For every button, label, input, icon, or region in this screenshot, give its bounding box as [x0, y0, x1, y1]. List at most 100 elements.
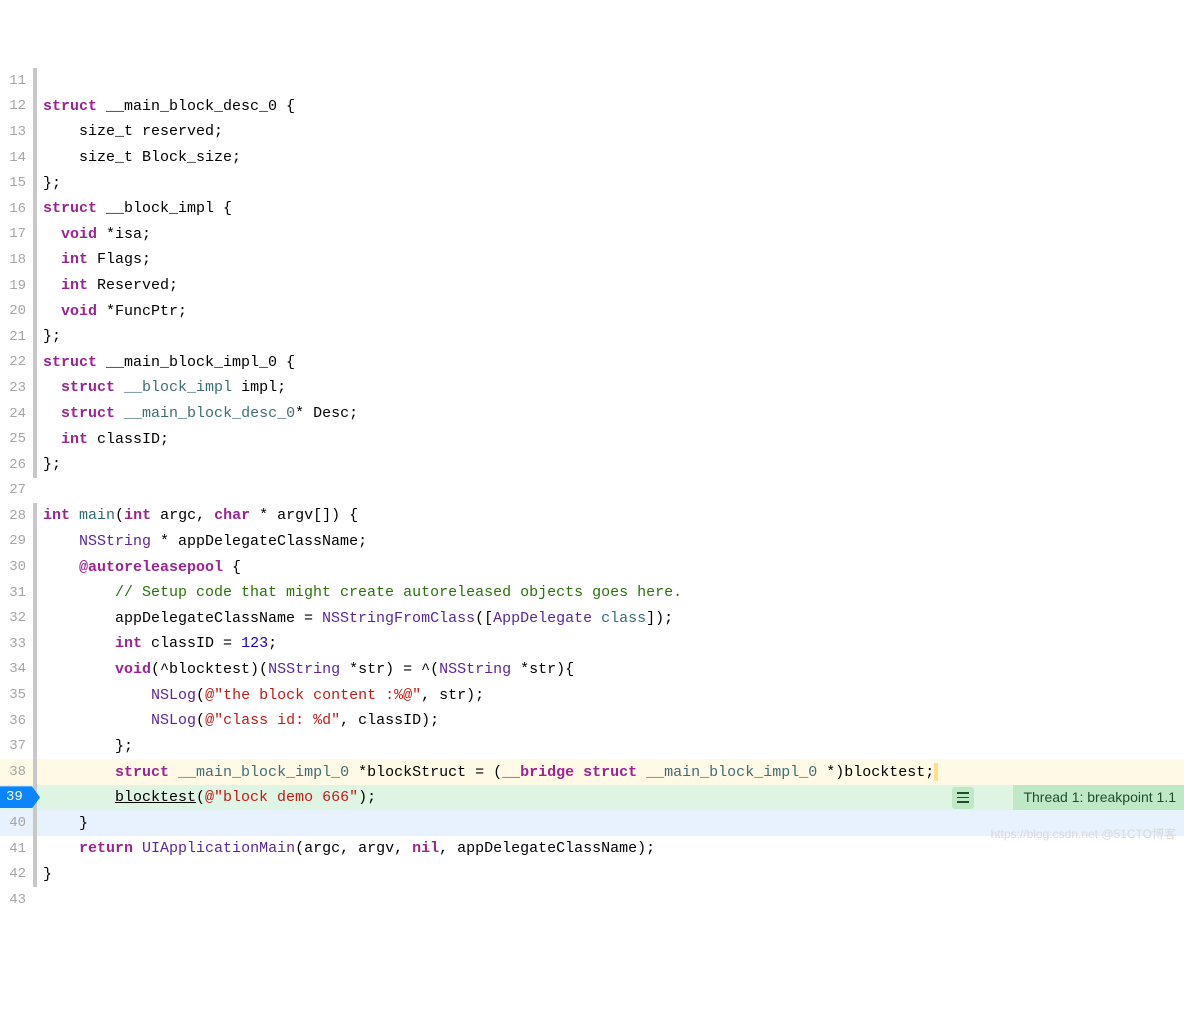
line-number[interactable]: 36 [0, 713, 30, 729]
change-bar [33, 605, 37, 631]
code-editor[interactable]: 11 12 struct __main_block_desc_0 { 13 size_… [0, 68, 1184, 913]
code-content[interactable]: int classID; [43, 431, 1184, 448]
line-number[interactable]: 26 [0, 457, 30, 473]
line-number[interactable]: 35 [0, 687, 30, 703]
code-line[interactable]: 31 // Setup code that might create autor… [0, 580, 1184, 606]
code-line[interactable]: 19 int Reserved; [0, 273, 1184, 299]
line-number[interactable]: 40 [0, 815, 30, 831]
line-number[interactable]: 28 [0, 508, 30, 524]
code-content[interactable]: size_t Block_size; [43, 149, 1184, 166]
code-content[interactable]: size_t reserved; [43, 123, 1184, 140]
thread-breakpoint-badge[interactable]: Thread 1: breakpoint 1.1 [1013, 785, 1184, 811]
code-line[interactable]: 22 struct __main_block_impl_0 { [0, 350, 1184, 376]
code-line[interactable]: 33 int classID = 123; [0, 631, 1184, 657]
code-content[interactable]: struct __block_impl impl; [43, 379, 1184, 396]
code-line[interactable]: 30 @autoreleasepool { [0, 554, 1184, 580]
line-number[interactable]: 42 [0, 866, 30, 882]
code-content[interactable]: // Setup code that might create autorele… [43, 584, 1184, 601]
code-content[interactable]: struct __main_block_impl_0 { [43, 354, 1184, 371]
code-content[interactable]: NSString * appDelegateClassName; [43, 533, 1184, 550]
line-number[interactable]: 32 [0, 610, 30, 626]
line-number[interactable]: 24 [0, 406, 30, 422]
code-line[interactable]: 38 struct __main_block_impl_0 *blockStru… [0, 759, 1184, 785]
code-line[interactable]: 24 struct __main_block_desc_0* Desc; [0, 401, 1184, 427]
code-content[interactable]: int Reserved; [43, 277, 1184, 294]
breakpoint-marker[interactable]: 39 [0, 786, 40, 808]
code-line[interactable]: 17 void *isa; [0, 222, 1184, 248]
line-number[interactable]: 14 [0, 150, 30, 166]
code-line[interactable]: 13 size_t reserved; [0, 119, 1184, 145]
line-number[interactable]: 13 [0, 124, 30, 140]
code-content[interactable]: struct __main_block_desc_0* Desc; [43, 405, 1184, 422]
line-number[interactable]: 33 [0, 636, 30, 652]
line-number[interactable]: 15 [0, 175, 30, 191]
code-content[interactable]: struct __block_impl { [43, 200, 1184, 217]
line-number[interactable]: 38 [0, 764, 30, 780]
line-number[interactable]: 31 [0, 585, 30, 601]
code-line[interactable]: 27 [0, 478, 1184, 504]
code-line[interactable]: 35 NSLog(@"the block content :%@", str); [0, 682, 1184, 708]
line-number[interactable]: 11 [0, 73, 30, 89]
code-line[interactable]: 28 int main(int argc, char * argv[]) { [0, 503, 1184, 529]
code-content[interactable]: }; [43, 456, 1184, 473]
code-content[interactable]: struct __main_block_impl_0 *blockStruct … [43, 763, 1184, 781]
code-line[interactable]: 18 int Flags; [0, 247, 1184, 273]
code-line[interactable]: 29 NSString * appDelegateClassName; [0, 529, 1184, 555]
code-line[interactable]: 20 void *FuncPtr; [0, 298, 1184, 324]
line-number[interactable]: 17 [0, 226, 30, 242]
line-number[interactable]: 43 [0, 892, 30, 908]
code-content[interactable]: NSLog(@"the block content :%@", str); [43, 687, 1184, 704]
code-line[interactable]: 34 void(^blocktest)(NSString *str) = ^(N… [0, 657, 1184, 683]
code-line[interactable]: 42} [0, 861, 1184, 887]
code-content[interactable]: return UIApplicationMain(argc, argv, nil… [43, 840, 1184, 857]
insertion-cursor [934, 763, 938, 781]
code-content[interactable]: struct __main_block_desc_0 { [43, 98, 1184, 115]
line-number[interactable]: 25 [0, 431, 30, 447]
code-line[interactable]: 16 struct __block_impl { [0, 196, 1184, 222]
code-content[interactable]: }; [43, 175, 1184, 192]
line-number[interactable]: 19 [0, 278, 30, 294]
line-number[interactable]: 16 [0, 201, 30, 217]
code-content[interactable]: int classID = 123; [43, 635, 1184, 652]
code-line[interactable]: 11 [0, 68, 1184, 94]
change-bar [33, 375, 37, 401]
change-bar [33, 247, 37, 273]
code-line[interactable]: 26}; [0, 452, 1184, 478]
thread-menu-icon[interactable] [952, 787, 974, 809]
code-line[interactable]: 15}; [0, 170, 1184, 196]
code-content[interactable]: @autoreleasepool { [43, 559, 1184, 576]
line-number[interactable]: 23 [0, 380, 30, 396]
line-number[interactable]: 20 [0, 303, 30, 319]
code-line[interactable]: 21}; [0, 324, 1184, 350]
code-content[interactable]: NSLog(@"class id: %d", classID); [43, 712, 1184, 729]
code-line[interactable]: 3939 blocktest(@"block demo 666");Thread… [0, 785, 1184, 811]
code-line[interactable]: 32 appDelegateClassName = NSStringFromCl… [0, 605, 1184, 631]
code-content[interactable]: void(^blocktest)(NSString *str) = ^(NSSt… [43, 661, 1184, 678]
code-content[interactable]: appDelegateClassName = NSStringFromClass… [43, 610, 1184, 627]
line-number[interactable]: 34 [0, 661, 30, 677]
line-number[interactable]: 22 [0, 354, 30, 370]
code-content[interactable]: int Flags; [43, 251, 1184, 268]
line-number[interactable]: 30 [0, 559, 30, 575]
code-content[interactable]: void *FuncPtr; [43, 303, 1184, 320]
code-content[interactable]: int main(int argc, char * argv[]) { [43, 507, 1184, 524]
code-line[interactable]: 37 }; [0, 733, 1184, 759]
change-bar [33, 657, 37, 683]
code-line[interactable]: 23 struct __block_impl impl; [0, 375, 1184, 401]
line-number[interactable]: 18 [0, 252, 30, 268]
code-content[interactable]: } [43, 866, 1184, 883]
code-content[interactable]: }; [43, 328, 1184, 345]
line-number[interactable]: 27 [0, 482, 30, 498]
line-number[interactable]: 12 [0, 98, 30, 114]
code-line[interactable]: 14 size_t Block_size; [0, 145, 1184, 171]
code-line[interactable]: 43 [0, 887, 1184, 913]
code-content[interactable]: }; [43, 738, 1184, 755]
line-number[interactable]: 21 [0, 329, 30, 345]
line-number[interactable]: 41 [0, 841, 30, 857]
line-number[interactable]: 37 [0, 738, 30, 754]
code-line[interactable]: 36 NSLog(@"class id: %d", classID); [0, 708, 1184, 734]
code-line[interactable]: 25 int classID; [0, 426, 1184, 452]
line-number[interactable]: 29 [0, 533, 30, 549]
code-content[interactable]: void *isa; [43, 226, 1184, 243]
code-line[interactable]: 12 struct __main_block_desc_0 { [0, 94, 1184, 120]
